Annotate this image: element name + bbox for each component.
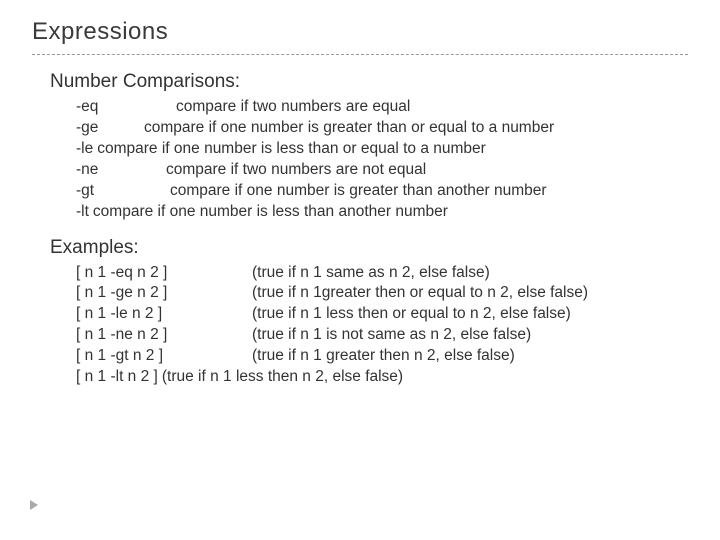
list-item: [ n 1 -gt n 2 ](true if n 1 greater then… bbox=[60, 346, 688, 367]
description-text: compare if two numbers are equal bbox=[176, 97, 410, 118]
list-item: [ n 1 -lt n 2 ](true if n 1 less then n … bbox=[60, 367, 688, 388]
item-list: -eqcompare if two numbers are equal-geco… bbox=[60, 97, 688, 223]
example-result: (true if n 1 same as n 2, else false) bbox=[252, 263, 490, 284]
example-code: [ n 1 -ge n 2 ] bbox=[76, 283, 252, 304]
slide: Expressions Number Comparisons: -eqcompa… bbox=[0, 0, 720, 388]
operator-text: -gt bbox=[76, 181, 170, 202]
operator-text: -le bbox=[76, 139, 93, 160]
example-result: (true if n 1 less then n 2, else false) bbox=[162, 367, 403, 388]
operator-text: -eq bbox=[76, 97, 176, 118]
example-result: (true if n 1 greater then n 2, else fals… bbox=[252, 346, 515, 367]
description-text: compare if one number is less than or eq… bbox=[97, 139, 486, 160]
list-item: [ n 1 -le n 2 ](true if n 1 less then or… bbox=[60, 304, 688, 325]
section-examples: Examples: [ n 1 -eq n 2 ](true if n 1 sa… bbox=[32, 237, 688, 389]
item-list: [ n 1 -eq n 2 ](true if n 1 same as n 2,… bbox=[60, 263, 688, 389]
list-item: -gecompare if one number is greater than… bbox=[60, 118, 688, 139]
operator-text: -ge bbox=[76, 118, 144, 139]
example-result: (true if n 1 less then or equal to n 2, … bbox=[252, 304, 571, 325]
section-title: Number Comparisons: bbox=[50, 71, 240, 93]
list-item: [ n 1 -ge n 2 ](true if n 1greater then … bbox=[60, 283, 688, 304]
list-item: -necompare if two numbers are not equal bbox=[60, 160, 688, 181]
example-code: [ n 1 -lt n 2 ] bbox=[76, 367, 158, 388]
example-code: [ n 1 -ne n 2 ] bbox=[76, 325, 252, 346]
section-header: Examples: bbox=[32, 237, 688, 259]
operator-text: -lt bbox=[76, 202, 89, 223]
list-item: -gtcompare if one number is greater than… bbox=[60, 181, 688, 202]
section-title: Examples: bbox=[50, 237, 139, 259]
section-header: Number Comparisons: bbox=[32, 71, 688, 93]
page-title: Expressions bbox=[32, 18, 688, 46]
list-item: -lecompare if one number is less than or… bbox=[60, 139, 688, 160]
operator-text: -ne bbox=[76, 160, 166, 181]
slide-marker-icon bbox=[30, 500, 38, 510]
example-code: [ n 1 -eq n 2 ] bbox=[76, 263, 252, 284]
list-item: -eqcompare if two numbers are equal bbox=[60, 97, 688, 118]
example-code: [ n 1 -gt n 2 ] bbox=[76, 346, 252, 367]
list-item: [ n 1 -ne n 2 ](true if n 1 is not same … bbox=[60, 325, 688, 346]
description-text: compare if one number is greater than or… bbox=[144, 118, 554, 139]
example-result: (true if n 1greater then or equal to n 2… bbox=[252, 283, 588, 304]
example-result: (true if n 1 is not same as n 2, else fa… bbox=[252, 325, 531, 346]
divider bbox=[32, 54, 688, 55]
description-text: compare if two numbers are not equal bbox=[166, 160, 426, 181]
description-text: compare if one number is greater than an… bbox=[170, 181, 547, 202]
section-comparisons: Number Comparisons: -eqcompare if two nu… bbox=[32, 71, 688, 223]
list-item: [ n 1 -eq n 2 ](true if n 1 same as n 2,… bbox=[60, 263, 688, 284]
list-item: -lt compare if one number is less than an… bbox=[60, 202, 688, 223]
example-code: [ n 1 -le n 2 ] bbox=[76, 304, 252, 325]
description-text: compare if one number is less than anoth… bbox=[93, 202, 448, 223]
